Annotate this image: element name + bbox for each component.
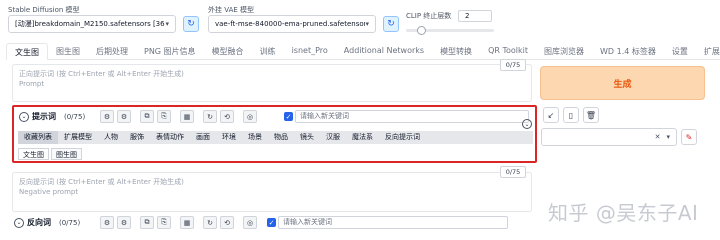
- panel-count: (0/75): [64, 112, 86, 121]
- clip-value-input[interactable]: 2: [458, 10, 492, 22]
- keyword-input[interactable]: 请输入新关键词: [295, 110, 529, 123]
- refresh-icon[interactable]: ↻: [203, 216, 217, 229]
- category-tab-7[interactable]: 场景: [242, 131, 268, 144]
- category-tab-4[interactable]: 表情动作: [150, 131, 190, 144]
- vae-dropdown[interactable]: vae-ft-mse-840000-ema-pruned.safetensors…: [208, 15, 376, 33]
- tab-1[interactable]: 图生图: [48, 43, 88, 59]
- tab-13[interactable]: 扩展: [696, 43, 720, 59]
- tab-3[interactable]: PNG 图片信息: [136, 43, 204, 59]
- globe-icon[interactable]: ◎: [243, 110, 257, 123]
- history-icon[interactable]: ⟲: [220, 110, 234, 123]
- tab-9[interactable]: QR Toolkit: [480, 43, 536, 59]
- prompt-placeholder: 正向提示词 (按 Ctrl+Enter 或 Alt+Enter 开始生成): [19, 70, 184, 78]
- prompt-textarea[interactable]: 正向提示词 (按 Ctrl+Enter 或 Alt+Enter 开始生成) Pr…: [12, 64, 532, 102]
- vae-dropdown-value: vae-ft-mse-840000-ema-pruned.safetensors: [215, 20, 366, 28]
- watermark: 知乎 @吴东子AI: [548, 201, 699, 225]
- checkbox-icon[interactable]: ✓: [284, 112, 293, 121]
- clip-slider-thumb[interactable]: [416, 26, 426, 35]
- chevron-down-icon: ▾: [165, 20, 169, 28]
- expand-icon[interactable]: ⌄: [522, 119, 532, 129]
- category-tabs: 收藏列表 扩展模型 人物 服饰 表情动作 画面 环境 场景 物品 镜头 汉服 魔法系 反向提示词: [18, 131, 533, 144]
- styles-dropdown[interactable]: ✕ ▾: [541, 128, 677, 146]
- tab-4[interactable]: 模型融合: [204, 43, 252, 59]
- negative-placeholder-en: Negative prompt: [19, 188, 79, 196]
- negative-panel-count: (0/75): [59, 218, 81, 227]
- negative-prompt-textarea[interactable]: 反向提示词 (按 Ctrl+Enter 或 Alt+Enter 开始生成) Ne…: [12, 172, 532, 212]
- globe-icon[interactable]: ◎: [243, 216, 257, 229]
- category-tab-9[interactable]: 镜头: [294, 131, 320, 144]
- tab-7[interactable]: Additional Networks: [336, 43, 432, 59]
- category-tab-6[interactable]: 环境: [216, 131, 242, 144]
- sub-tab-0[interactable]: 文生图: [18, 148, 49, 160]
- arrow-icon[interactable]: ↙: [543, 107, 559, 123]
- sub-tab-1[interactable]: 图生图: [51, 148, 82, 160]
- grid-icon[interactable]: ▦: [180, 216, 194, 229]
- prompt-placeholder-en: Prompt: [19, 80, 45, 88]
- category-tab-10[interactable]: 汉服: [320, 131, 346, 144]
- negative-panel-title: 反向词: [27, 218, 51, 227]
- refresh-model-icon[interactable]: ↻: [183, 16, 199, 32]
- prompt-helper-panel: ⌄ 提示词 (0/75) ⚙ ⚙ ⧉ ⎘ ▦ ↻ ⟲ ◎ ✓ 请输入新关键词 ⌄…: [12, 105, 537, 163]
- paste-icon[interactable]: ⎘: [157, 110, 171, 123]
- category-tab-3[interactable]: 服饰: [124, 131, 150, 144]
- settings-icon[interactable]: ⚙: [100, 216, 114, 229]
- category-tab-5[interactable]: 画面: [190, 131, 216, 144]
- clipboard-icon[interactable]: ▯: [563, 107, 579, 123]
- settings-icon[interactable]: ⚙: [100, 110, 114, 123]
- negative-placeholder: 反向提示词 (按 Ctrl+Enter 或 Alt+Enter 开始生成): [19, 178, 184, 186]
- copy-icon[interactable]: ⧉: [140, 110, 154, 123]
- tab-8[interactable]: 模型转换: [432, 43, 480, 59]
- tab-2[interactable]: 后期处理: [88, 43, 136, 59]
- gear-icon[interactable]: ⚙: [117, 110, 131, 123]
- category-tab-1[interactable]: 扩展模型: [58, 131, 98, 144]
- grid-icon[interactable]: ▦: [180, 110, 194, 123]
- panel-title: 提示词: [32, 112, 56, 121]
- trash-icon[interactable]: 🗑: [583, 107, 599, 123]
- prompt-token-counter: 0/75: [500, 59, 526, 71]
- refresh-icon[interactable]: ↻: [203, 110, 217, 123]
- clear-icon[interactable]: ✕: [655, 133, 661, 141]
- chevron-down-icon: ▾: [365, 20, 369, 28]
- tab-0[interactable]: 文生图: [6, 43, 48, 60]
- negative-token-counter: 0/75: [500, 166, 526, 178]
- collapse-icon[interactable]: ⌄: [19, 111, 29, 122]
- tab-5[interactable]: 训练: [252, 43, 284, 59]
- model-dropdown[interactable]: [动漫]breakdomain_M2150.safetensors [364a1…: [8, 15, 176, 33]
- checkbox-icon[interactable]: ✓: [267, 218, 276, 227]
- category-tab-12[interactable]: 反向提示词: [379, 131, 426, 144]
- negative-keyword-input[interactable]: 请输入新关键词: [278, 216, 508, 229]
- chevron-down-icon: ▾: [666, 133, 670, 141]
- category-tab-11[interactable]: 魔法系: [346, 131, 379, 144]
- edit-pen-icon[interactable]: ✎: [681, 129, 697, 145]
- generate-button[interactable]: 生成: [540, 66, 705, 100]
- copy-icon[interactable]: ⧉: [140, 216, 154, 229]
- category-tab-8[interactable]: 物品: [268, 131, 294, 144]
- clip-label: CLIP 终止层数: [406, 12, 452, 20]
- model-dropdown-value: [动漫]breakdomain_M2150.safetensors [364a1…: [15, 20, 166, 28]
- history-icon[interactable]: ⟲: [220, 216, 234, 229]
- vae-label: 外挂 VAE 模型: [208, 6, 255, 14]
- gear-icon[interactable]: ⚙: [117, 216, 131, 229]
- paste-icon[interactable]: ⎘: [157, 216, 171, 229]
- tab-10[interactable]: 图库浏览器: [536, 43, 592, 59]
- refresh-vae-icon[interactable]: ↻: [383, 16, 399, 32]
- tab-6[interactable]: isnet_Pro: [284, 43, 336, 59]
- tab-12[interactable]: 设置: [664, 43, 696, 59]
- model-label: Stable Diffusion 模型: [8, 6, 80, 14]
- collapse-icon[interactable]: ⌄: [14, 217, 24, 228]
- category-tab-0[interactable]: 收藏列表: [18, 131, 58, 144]
- main-tabs: 文生图 图生图 后期处理 PNG 图片信息 模型融合 训练 isnet_Pro Additio…: [6, 43, 720, 60]
- category-tab-2[interactable]: 人物: [98, 131, 124, 144]
- tab-11[interactable]: WD 1.4 标签器: [592, 43, 664, 59]
